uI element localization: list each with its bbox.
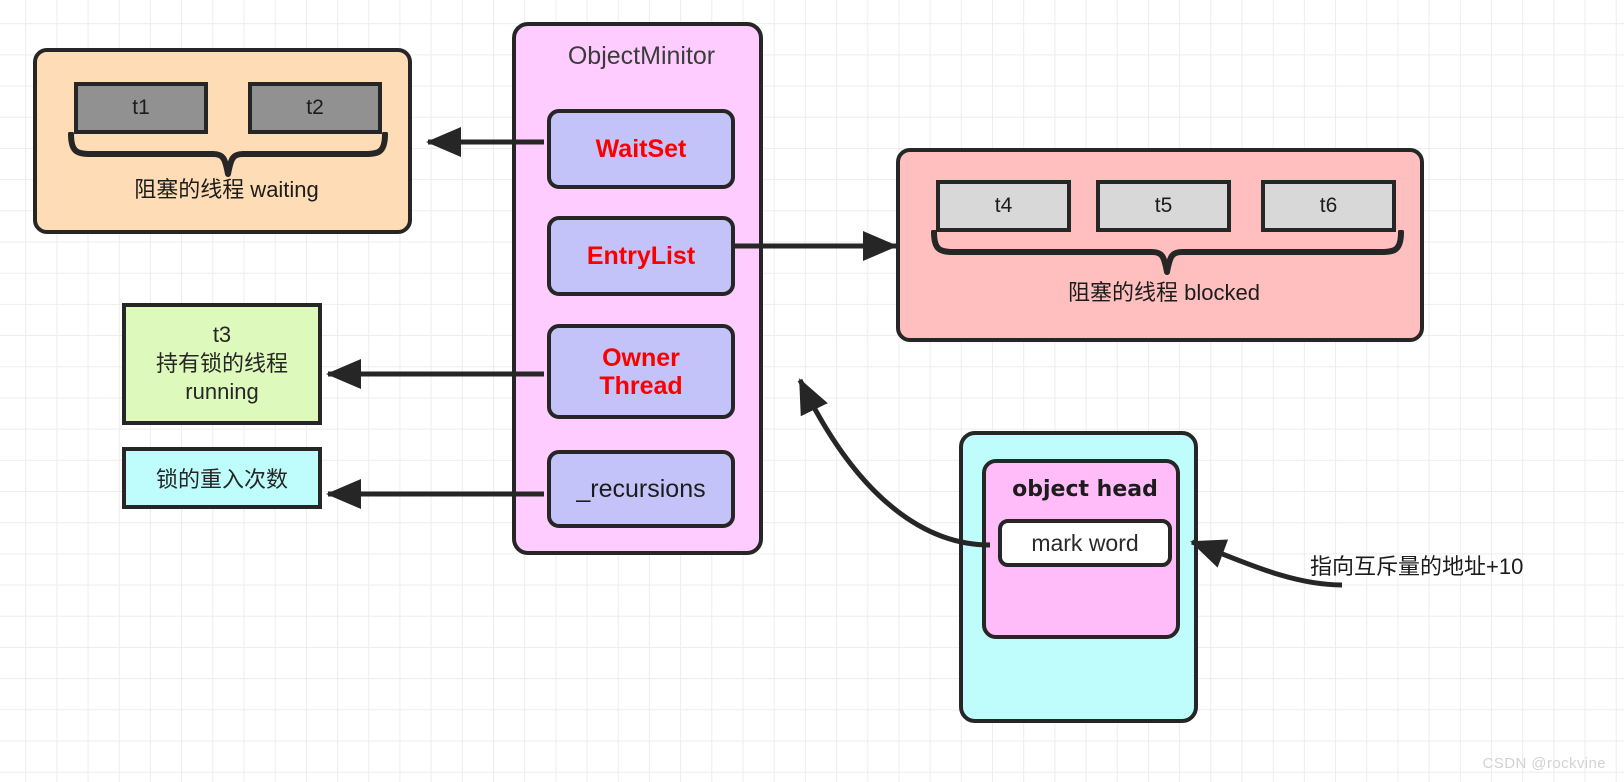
thread-chip-t5: t5 xyxy=(1096,180,1231,232)
recursion-count-note: 锁的重入次数 xyxy=(122,447,322,509)
field-owner-thread-label-line1: Owner xyxy=(602,343,680,372)
owner-note-line1: t3 xyxy=(212,322,232,348)
field-entrylist[interactable]: EntryList xyxy=(547,216,735,296)
field-entrylist-label: EntryList xyxy=(586,242,696,270)
mark-word-box: mark word xyxy=(998,519,1172,567)
object-monitor-container: ObjectMinitor WaitSet EntryList Owner Th… xyxy=(512,22,763,555)
thread-chip-t4-label: t4 xyxy=(994,194,1013,217)
thread-chip-t1-label: t1 xyxy=(132,96,150,119)
field-recursions-label: _recursions xyxy=(576,475,706,503)
thread-chip-t6: t6 xyxy=(1261,180,1396,232)
mutex-pointer-annotation: 指向互斥量的地址+10 xyxy=(1310,554,1524,579)
object-container: object head mark word xyxy=(959,431,1198,723)
thread-chip-t2-label: t2 xyxy=(306,96,324,119)
thread-chip-t6-label: t6 xyxy=(1319,194,1338,217)
field-waitset[interactable]: WaitSet xyxy=(547,109,735,189)
diagram-canvas: t1 t2 阻塞的线程 waiting ObjectMinitor WaitSe… xyxy=(0,0,1624,782)
owner-note-line2: 持有锁的线程 xyxy=(155,350,288,376)
thread-chip-t4: t4 xyxy=(936,180,1071,232)
owner-thread-note: t3 持有锁的线程 running xyxy=(122,303,322,425)
blocked-group-caption: 阻塞的线程 blocked xyxy=(1068,280,1260,305)
blocked-thread-group: t4 t5 t6 阻塞的线程 blocked xyxy=(896,148,1424,342)
field-waitset-label: WaitSet xyxy=(595,135,687,163)
field-recursions[interactable]: _recursions xyxy=(547,450,735,528)
thread-chip-t2: t2 xyxy=(248,82,382,134)
field-owner-thread[interactable]: Owner Thread xyxy=(547,324,735,419)
object-head-box: object head mark word xyxy=(982,459,1180,639)
field-owner-thread-label-line2: Thread xyxy=(599,371,683,400)
owner-note-line3: running xyxy=(185,379,259,405)
thread-chip-t5-label: t5 xyxy=(1154,194,1173,217)
mark-word-label: mark word xyxy=(1031,529,1139,556)
waiting-group-caption: 阻塞的线程 waiting xyxy=(134,177,319,202)
object-head-label: object head xyxy=(1012,477,1158,502)
thread-chip-t1: t1 xyxy=(74,82,208,134)
recursion-count-note-label: 锁的重入次数 xyxy=(155,467,288,492)
watermark: CSDN @rockvine xyxy=(1482,755,1606,772)
waiting-thread-group: t1 t2 阻塞的线程 waiting xyxy=(33,48,412,234)
waiting-brace-icon xyxy=(68,132,388,177)
object-monitor-title: ObjectMinitor xyxy=(567,42,716,70)
blocked-brace-icon xyxy=(931,230,1404,275)
